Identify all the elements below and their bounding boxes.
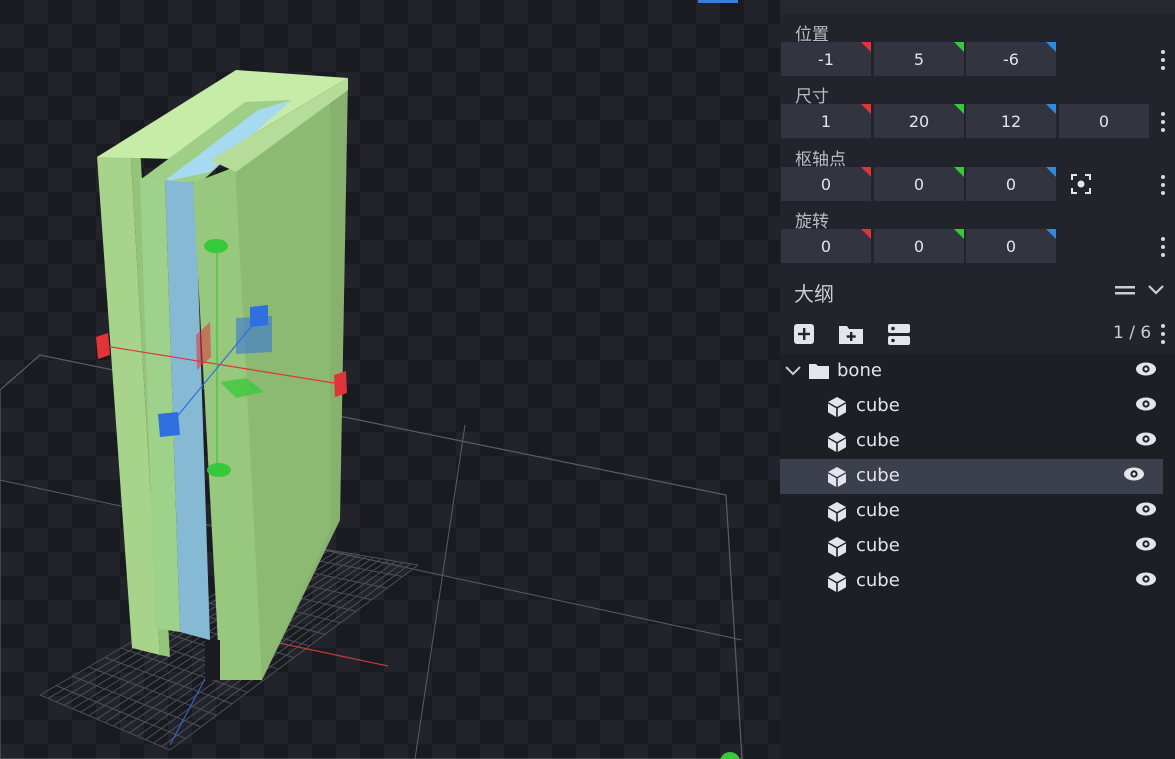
outliner-item-cube[interactable]: cube bbox=[780, 424, 1175, 459]
gizmo-z-handle-near bbox=[158, 412, 180, 437]
outliner-title: 大纲 bbox=[794, 282, 834, 306]
gizmo-x-handle-right bbox=[334, 371, 347, 397]
cube-icon bbox=[828, 397, 846, 417]
rotation-more-icon[interactable] bbox=[1160, 237, 1166, 257]
outliner-item-label: cube bbox=[856, 430, 900, 451]
gizmo-x-handle-left bbox=[96, 333, 110, 359]
chevron-down-icon[interactable] bbox=[785, 365, 801, 377]
eye-icon[interactable] bbox=[1135, 501, 1157, 517]
eye-icon[interactable] bbox=[1135, 361, 1157, 377]
gizmo-y-handle-top bbox=[204, 239, 228, 253]
eye-icon[interactable] bbox=[1135, 396, 1157, 412]
size-inflate-field[interactable]: 0 bbox=[1059, 104, 1149, 138]
pivot-y-field[interactable]: 0 bbox=[874, 167, 964, 201]
outliner-item-label: cube bbox=[856, 465, 900, 486]
pivot-more-icon[interactable] bbox=[1160, 175, 1166, 195]
size-y-field[interactable]: 20 bbox=[874, 104, 964, 138]
outliner-item-label: cube bbox=[856, 535, 900, 556]
pivot-center-icon[interactable] bbox=[1070, 173, 1092, 195]
3d-viewport[interactable] bbox=[0, 0, 780, 759]
cube-icon bbox=[828, 537, 846, 557]
cube-icon bbox=[828, 572, 846, 592]
outliner-item-cube[interactable]: cube bbox=[780, 564, 1175, 599]
sort-icon[interactable] bbox=[887, 323, 911, 347]
scene bbox=[0, 70, 743, 759]
chevron-down-icon[interactable] bbox=[1147, 283, 1165, 297]
outliner-more-icon[interactable] bbox=[1160, 324, 1166, 344]
eye-icon[interactable] bbox=[1123, 466, 1145, 482]
outliner-item-cube[interactable]: cube bbox=[780, 459, 1163, 494]
rotation-x-field[interactable]: 0 bbox=[781, 229, 871, 263]
outliner-item-label: cube bbox=[856, 500, 900, 521]
add-cube-icon[interactable] bbox=[793, 323, 815, 345]
position-x-field[interactable]: -1 bbox=[781, 42, 871, 76]
pivot-z-field[interactable]: 0 bbox=[966, 167, 1056, 201]
cube-icon bbox=[828, 467, 846, 487]
outliner-group-bone[interactable]: bone bbox=[780, 354, 1175, 389]
group-name: bone bbox=[837, 360, 882, 381]
folder-icon bbox=[809, 364, 829, 379]
cabinet-model[interactable] bbox=[97, 70, 348, 680]
outliner-item-label: cube bbox=[856, 395, 900, 416]
hamburger-icon[interactable] bbox=[1114, 283, 1136, 299]
outliner-item-label: cube bbox=[856, 570, 900, 591]
position-y-field[interactable]: 5 bbox=[874, 42, 964, 76]
gizmo-plane-xy bbox=[236, 316, 272, 354]
size-z-field[interactable]: 12 bbox=[966, 104, 1056, 138]
cube-icon bbox=[828, 502, 846, 522]
view-indicator[interactable] bbox=[698, 0, 738, 3]
pivot-x-field[interactable]: 0 bbox=[781, 167, 871, 201]
position-z-field[interactable]: -6 bbox=[966, 42, 1056, 76]
outliner-toolbar: 1 / 6 bbox=[780, 314, 1175, 354]
gizmo-y-handle-bottom bbox=[207, 463, 231, 477]
top-header-edge bbox=[780, 0, 1175, 14]
rotation-z-field[interactable]: 0 bbox=[966, 229, 1056, 263]
cube-icon bbox=[828, 432, 846, 452]
eye-icon[interactable] bbox=[1135, 571, 1157, 587]
outliner-header: 大纲 bbox=[780, 270, 1175, 312]
outliner-list: bone cube cube cube cube cube cube bbox=[780, 354, 1175, 759]
outliner-count: 1 / 6 bbox=[1113, 323, 1152, 343]
outliner-item-cube[interactable]: cube bbox=[780, 494, 1175, 529]
size-x-field[interactable]: 1 bbox=[781, 104, 871, 138]
properties-panel: 位置 -1 5 -6 尺寸 1 20 12 0 枢轴点 0 0 0 旋转 0 0… bbox=[780, 0, 1175, 759]
eye-icon[interactable] bbox=[1135, 431, 1157, 447]
position-more-icon[interactable] bbox=[1160, 50, 1166, 70]
add-group-icon[interactable] bbox=[838, 323, 864, 345]
eye-icon[interactable] bbox=[1135, 536, 1157, 552]
outliner-item-cube[interactable]: cube bbox=[780, 529, 1175, 564]
size-more-icon[interactable] bbox=[1160, 112, 1166, 132]
rotation-y-field[interactable]: 0 bbox=[874, 229, 964, 263]
outliner-item-cube[interactable]: cube bbox=[780, 389, 1175, 424]
